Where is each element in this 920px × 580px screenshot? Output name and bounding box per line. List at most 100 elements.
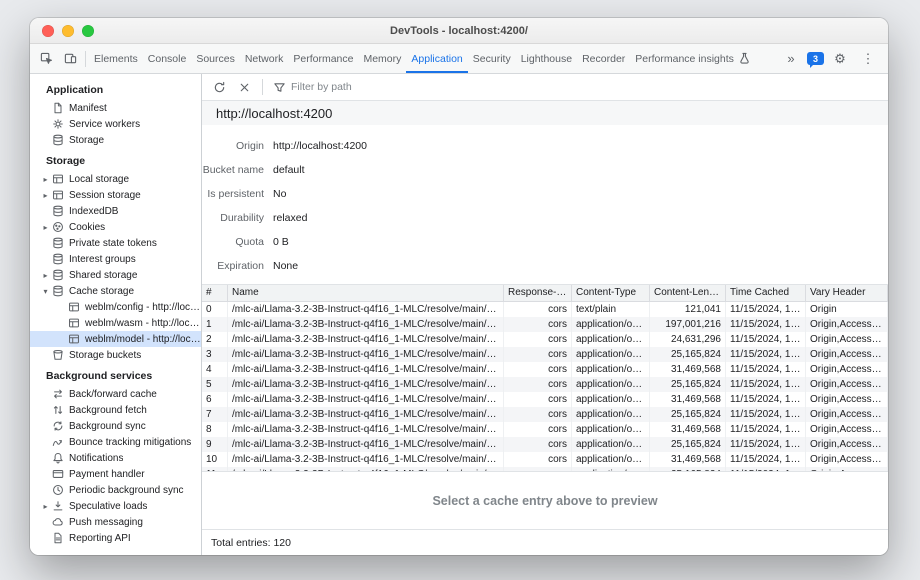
- sidebar-item-back-forward-cache[interactable]: Back/forward cache: [30, 386, 201, 402]
- table-row[interactable]: 5/mlc-ai/Llama-3.2-3B-Instruct-q4f16_1-M…: [202, 377, 888, 392]
- grid-header-row: #NameResponse-TypeContent-TypeContent-Le…: [202, 285, 888, 302]
- cell-vary-header: Origin,Access…: [806, 392, 888, 407]
- cell-response-type: cors: [504, 392, 572, 407]
- column-header-[interactable]: #: [202, 285, 228, 301]
- sidebar-item-payment-handler[interactable]: Payment handler: [30, 466, 201, 482]
- sidebar-item-local-storage[interactable]: ▸Local storage: [30, 171, 201, 187]
- chevron-right-icon[interactable]: ▸: [40, 191, 51, 200]
- table-row[interactable]: 10/mlc-ai/Llama-3.2-3B-Instruct-q4f16_1-…: [202, 452, 888, 467]
- column-header-response-type[interactable]: Response-Type: [504, 285, 572, 301]
- chevron-right-icon[interactable]: ▸: [40, 175, 51, 184]
- minimize-window-button[interactable]: [62, 25, 74, 37]
- tab-performance-insights[interactable]: Performance insights: [630, 44, 756, 73]
- sidebar-item-label: Shared storage: [69, 270, 137, 281]
- column-header-name[interactable]: Name: [228, 285, 504, 301]
- sidebar-item-label: Payment handler: [69, 469, 145, 480]
- cell-content-length: 25,165,824: [650, 407, 726, 422]
- filter-by-path-input[interactable]: Filter by path: [273, 81, 352, 94]
- sidebar-item-label: Push messaging: [69, 517, 143, 528]
- tab-memory[interactable]: Memory: [358, 44, 406, 73]
- window-titlebar[interactable]: DevTools - localhost:4200/: [30, 18, 888, 44]
- sidebar-item-label: Manifest: [69, 103, 107, 114]
- tab-application[interactable]: Application: [406, 44, 467, 73]
- table-row[interactable]: 3/mlc-ai/Llama-3.2-3B-Instruct-q4f16_1-M…: [202, 347, 888, 362]
- table-row[interactable]: 2/mlc-ai/Llama-3.2-3B-Instruct-q4f16_1-M…: [202, 332, 888, 347]
- sidebar-item-private-state-tokens[interactable]: Private state tokens: [30, 235, 201, 251]
- issues-counter-button[interactable]: 3: [807, 52, 824, 65]
- settings-button[interactable]: ⚙: [828, 52, 852, 65]
- refresh-button[interactable]: [209, 77, 229, 97]
- sidebar-item-interest-groups[interactable]: Interest groups: [30, 251, 201, 267]
- tab-network[interactable]: Network: [240, 44, 289, 73]
- tab-performance[interactable]: Performance: [288, 44, 358, 73]
- sidebar-section-title: Storage: [30, 148, 201, 171]
- settings-gear-icon: ⚙: [834, 52, 846, 65]
- sidebar-item-shared-storage[interactable]: ▸ Shared storage: [30, 267, 201, 283]
- window-title: DevTools - localhost:4200/: [30, 25, 888, 37]
- chevron-down-icon[interactable]: ▾: [40, 287, 51, 296]
- main-menu-button[interactable]: ⋮: [856, 52, 880, 65]
- sidebar-item-bounce-tracking-mitigations[interactable]: Bounce tracking mitigations: [30, 434, 201, 450]
- cell-: 1: [202, 317, 228, 332]
- cell-content-length: 24,631,296: [650, 332, 726, 347]
- tab-lighthouse[interactable]: Lighthouse: [516, 44, 577, 73]
- column-header-content-length[interactable]: Content-Length: [650, 285, 726, 301]
- sidebar-item-storage-buckets[interactable]: Storage buckets: [30, 347, 201, 363]
- cell-vary-header: Origin,Access…: [806, 317, 888, 332]
- table-row[interactable]: 1/mlc-ai/Llama-3.2-3B-Instruct-q4f16_1-M…: [202, 317, 888, 332]
- table-row[interactable]: 4/mlc-ai/Llama-3.2-3B-Instruct-q4f16_1-M…: [202, 362, 888, 377]
- sidebar-item-periodic-background-sync[interactable]: Periodic background sync: [30, 482, 201, 498]
- filter-placeholder: Filter by path: [291, 81, 352, 93]
- sidebar-item-manifest[interactable]: Manifest: [30, 100, 201, 116]
- sidebar-item-weblm-wasm-http-loca[interactable]: weblm/wasm - http://loca…: [30, 315, 201, 331]
- tab-label: Console: [148, 53, 187, 65]
- tab-security[interactable]: Security: [468, 44, 516, 73]
- inspect-element-button[interactable]: [34, 44, 58, 73]
- sidebar-item-speculative-loads[interactable]: ▸Speculative loads: [30, 498, 201, 514]
- sidebar-item-notifications[interactable]: Notifications: [30, 450, 201, 466]
- sidebar-item-cache-storage[interactable]: ▾Cache storage: [30, 283, 201, 299]
- column-header-content-type[interactable]: Content-Type: [572, 285, 650, 301]
- cell-vary-header: Origin,Access…: [806, 377, 888, 392]
- metadata-row: ExpirationNone: [202, 254, 888, 278]
- sidebar-item-session-storage[interactable]: ▸Session storage: [30, 187, 201, 203]
- tab-elements[interactable]: Elements: [89, 44, 143, 73]
- cell-vary-header: Origin,Access…: [806, 437, 888, 452]
- tab-label: Memory: [363, 53, 401, 65]
- table-row[interactable]: 6/mlc-ai/Llama-3.2-3B-Instruct-q4f16_1-M…: [202, 392, 888, 407]
- column-header-time-cached[interactable]: Time Cached: [726, 285, 806, 301]
- sidebar-item-cookies[interactable]: ▸Cookies: [30, 219, 201, 235]
- swap-arrows-icon: [51, 388, 64, 401]
- column-header-vary-header[interactable]: Vary Header: [806, 285, 888, 301]
- cell-vary-header: Origin,Access…: [806, 347, 888, 362]
- more-tabs-button[interactable]: »: [779, 52, 803, 65]
- sidebar-item-background-fetch[interactable]: Background fetch: [30, 402, 201, 418]
- tab-recorder[interactable]: Recorder: [577, 44, 630, 73]
- fullscreen-window-button[interactable]: [82, 25, 94, 37]
- close-window-button[interactable]: [42, 25, 54, 37]
- chevron-right-icon[interactable]: ▸: [40, 223, 51, 232]
- metadata-label: Durability: [202, 212, 264, 224]
- up-down-arrows-icon: [51, 404, 64, 417]
- tab-console[interactable]: Console: [143, 44, 192, 73]
- sidebar-item-weblm-config-http-loc[interactable]: weblm/config - http://loc…: [30, 299, 201, 315]
- delete-selected-button[interactable]: [234, 77, 254, 97]
- tab-sources[interactable]: Sources: [191, 44, 240, 73]
- chevron-right-icon[interactable]: ▸: [40, 502, 51, 511]
- application-sidebar: ApplicationManifestService workersStorag…: [30, 74, 202, 555]
- sidebar-item-reporting-api[interactable]: Reporting API: [30, 530, 201, 546]
- sidebar-item-storage[interactable]: Storage: [30, 132, 201, 148]
- sidebar-item-background-sync[interactable]: Background sync: [30, 418, 201, 434]
- sidebar-item-service-workers[interactable]: Service workers: [30, 116, 201, 132]
- filter-funnel-icon: [273, 81, 286, 94]
- table-row[interactable]: 7/mlc-ai/Llama-3.2-3B-Instruct-q4f16_1-M…: [202, 407, 888, 422]
- sidebar-item-weblm-model-http-loc[interactable]: weblm/model - http://loc…: [30, 331, 201, 347]
- sidebar-item-push-messaging[interactable]: Push messaging: [30, 514, 201, 530]
- sidebar-item-indexeddb[interactable]: IndexedDB: [30, 203, 201, 219]
- table-row[interactable]: 8/mlc-ai/Llama-3.2-3B-Instruct-q4f16_1-M…: [202, 422, 888, 437]
- toggle-device-toolbar-button[interactable]: [58, 44, 82, 73]
- table-row[interactable]: 9/mlc-ai/Llama-3.2-3B-Instruct-q4f16_1-M…: [202, 437, 888, 452]
- chevron-right-icon[interactable]: ▸: [40, 271, 51, 280]
- table-row[interactable]: 0/mlc-ai/Llama-3.2-3B-Instruct-q4f16_1-M…: [202, 302, 888, 317]
- cell-time-cached: 11/15/2024, 10…: [726, 317, 806, 332]
